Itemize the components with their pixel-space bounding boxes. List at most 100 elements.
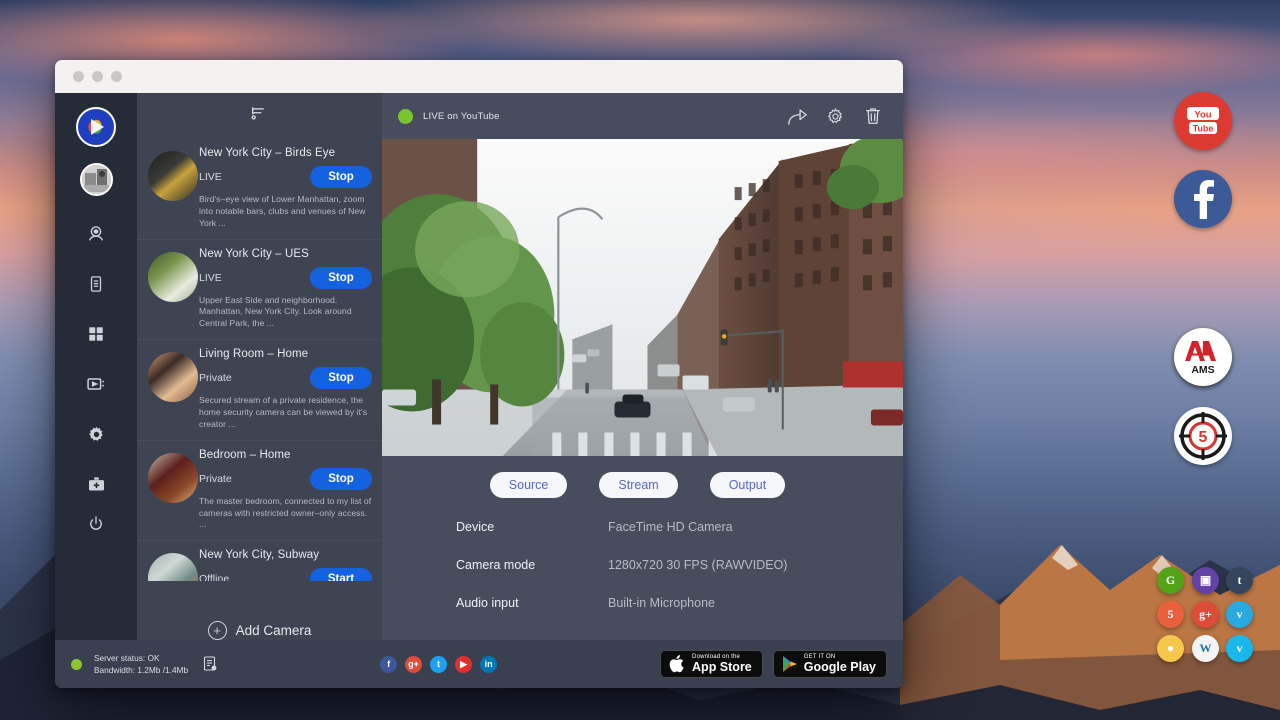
log-glyph (203, 656, 217, 672)
grid-icon (87, 325, 105, 343)
plus-icon: + (208, 621, 227, 640)
twitter-dock-icon[interactable]: ᴠ (1226, 601, 1253, 628)
flickr-dock-icon[interactable]: ● (1157, 635, 1184, 662)
twitter-icon[interactable]: t (430, 656, 447, 673)
add-camera-button[interactable]: + Add Camera (137, 581, 382, 640)
info-key: Camera mode (456, 558, 608, 572)
camera-action-button[interactable]: Stop (310, 166, 372, 188)
camera-list[interactable]: New York City – Birds EyeLIVEStopBird's–… (137, 139, 382, 581)
svg-text:5: 5 (1199, 429, 1208, 446)
camera-title: New York City, Subway (199, 549, 372, 561)
facebook-icon[interactable]: f (380, 656, 397, 673)
camera-description: The master bedroom, connected to my list… (199, 496, 372, 532)
sidebar-item-mobile[interactable] (76, 264, 116, 304)
app-logo[interactable] (76, 107, 116, 147)
sidebar-item-player[interactable] (76, 364, 116, 404)
add-camera-label: Add Camera (236, 623, 312, 638)
bandwidth-line: Bandwidth: 1.2Mb /1.4Mb (94, 664, 188, 676)
camera-action-button[interactable]: Stop (310, 267, 372, 289)
wordpress-dock-icon[interactable]: W (1192, 635, 1219, 662)
appstore-badge[interactable]: Download on the App Store (660, 650, 763, 678)
settings-icon[interactable] (821, 102, 849, 130)
app-store-badges[interactable]: Download on the App Store GET IT ON G (660, 650, 887, 678)
sidebar-item-webcam[interactable] (76, 214, 116, 254)
sort-icon[interactable] (251, 106, 268, 127)
info-row: Camera mode1280x720 30 FPS (RAWVIDEO) (456, 558, 903, 572)
camera-status-row: Private Stop (199, 367, 372, 389)
camera-thumbnail (148, 553, 198, 581)
twitch-dock-icon[interactable]: ▣ (1192, 567, 1219, 594)
camera-list-panel: New York City – Birds EyeLIVEStopBird's–… (137, 93, 382, 640)
linkedin-icon[interactable]: in (480, 656, 497, 673)
googleplay-badge[interactable]: GET IT ON Google Play (773, 650, 887, 678)
facebook-glyph (1188, 179, 1218, 219)
tab-stream[interactable]: Stream (599, 472, 677, 498)
media-player-icon (86, 374, 106, 394)
adobe-dock-icon[interactable]: AMS (1174, 328, 1232, 386)
device-info-panel: DeviceFaceTime HD Camera Camera mode1280x… (382, 512, 903, 634)
camera-action-button[interactable]: Stop (310, 367, 372, 389)
google-plus-icon[interactable]: g+ (405, 656, 422, 673)
gear-glyph (826, 107, 845, 126)
facebook-dock-icon[interactable] (1174, 170, 1232, 228)
apple-icon (669, 654, 686, 674)
camera-status: Private (199, 372, 232, 384)
window-maximize-button[interactable] (111, 71, 122, 82)
groupon-dock-icon[interactable]: G (1157, 567, 1184, 594)
camera-list-item[interactable]: New York City – Birds EyeLIVEStopBird's–… (137, 139, 382, 240)
camera-list-item[interactable]: Living Room – HomePrivateStopSecured str… (137, 340, 382, 441)
camera-action-button[interactable]: Start (310, 568, 372, 581)
vimeo-dock-icon[interactable]: v (1226, 635, 1253, 662)
server-status-dot (71, 659, 82, 670)
camera-title: New York City – Birds Eye (199, 147, 372, 159)
info-row: DeviceFaceTime HD Camera (456, 520, 903, 534)
camera-list-item[interactable]: Bedroom – Home Private Stop The master bedr… (137, 441, 382, 542)
social-links[interactable]: f g+ t ▶ in (380, 656, 497, 673)
share-icon[interactable] (783, 102, 811, 130)
delete-icon[interactable] (859, 102, 887, 130)
camera-thumbnail (148, 453, 198, 503)
application-window: New York City – Birds EyeLIVEStopBird's–… (55, 60, 903, 688)
window-body: New York City – Birds EyeLIVEStopBird's–… (55, 93, 903, 640)
target5-dock-icon[interactable]: 5 (1174, 407, 1232, 465)
info-value[interactable]: FaceTime HD Camera (608, 520, 733, 534)
sidebar-item-support[interactable] (76, 464, 116, 504)
webcam-icon (86, 224, 106, 244)
user-avatar[interactable] (80, 163, 113, 196)
svg-text:Tube: Tube (1193, 124, 1214, 134)
window-close-button[interactable] (73, 71, 84, 82)
window-titlebar (55, 60, 903, 93)
sidebar-item-power[interactable] (76, 504, 116, 544)
settings-tabs[interactable]: Source Stream Output (382, 456, 893, 512)
camera-title: Bedroom – Home (199, 449, 372, 461)
camera-description: Upper East Side and neighborhood. Manhat… (199, 295, 372, 331)
tumblr-dock-icon[interactable]: t (1226, 567, 1253, 594)
googleplus-dock-icon[interactable]: g+ (1192, 601, 1219, 628)
video-preview[interactable] (382, 139, 903, 456)
camera-list-item[interactable]: New York City, SubwayOfflineStartNew Yor… (137, 541, 382, 581)
tab-output[interactable]: Output (710, 472, 786, 498)
camera-status: LIVE (199, 171, 222, 183)
mobile-device-icon (87, 275, 105, 293)
camera-status: Private (199, 473, 232, 485)
youtube-icon[interactable]: ▶ (455, 656, 472, 673)
fivehundredpx-dock-icon[interactable]: 5 (1157, 601, 1184, 628)
sidebar-item-dashboard[interactable] (76, 314, 116, 354)
street-scene (382, 139, 903, 456)
camera-list-header (137, 93, 382, 139)
log-document-icon[interactable] (203, 656, 217, 672)
youtube-dock-icon[interactable]: You Tube (1174, 92, 1232, 150)
trash-glyph (864, 106, 882, 126)
left-sidebar (55, 93, 137, 640)
camera-thumbnail (148, 252, 198, 302)
camera-action-button[interactable]: Stop (310, 468, 372, 490)
info-value[interactable]: 1280x720 30 FPS (RAWVIDEO) (608, 558, 787, 572)
camera-list-item[interactable]: New York City – UESLIVEStopUpper East Si… (137, 240, 382, 341)
info-value[interactable]: Built-in Microphone (608, 596, 715, 610)
youtube-glyph: You Tube (1183, 105, 1223, 137)
tab-source[interactable]: Source (490, 472, 568, 498)
svg-text:You: You (1194, 110, 1211, 121)
sidebar-item-settings[interactable] (76, 414, 116, 454)
info-key: Device (456, 520, 608, 534)
window-minimize-button[interactable] (92, 71, 103, 82)
